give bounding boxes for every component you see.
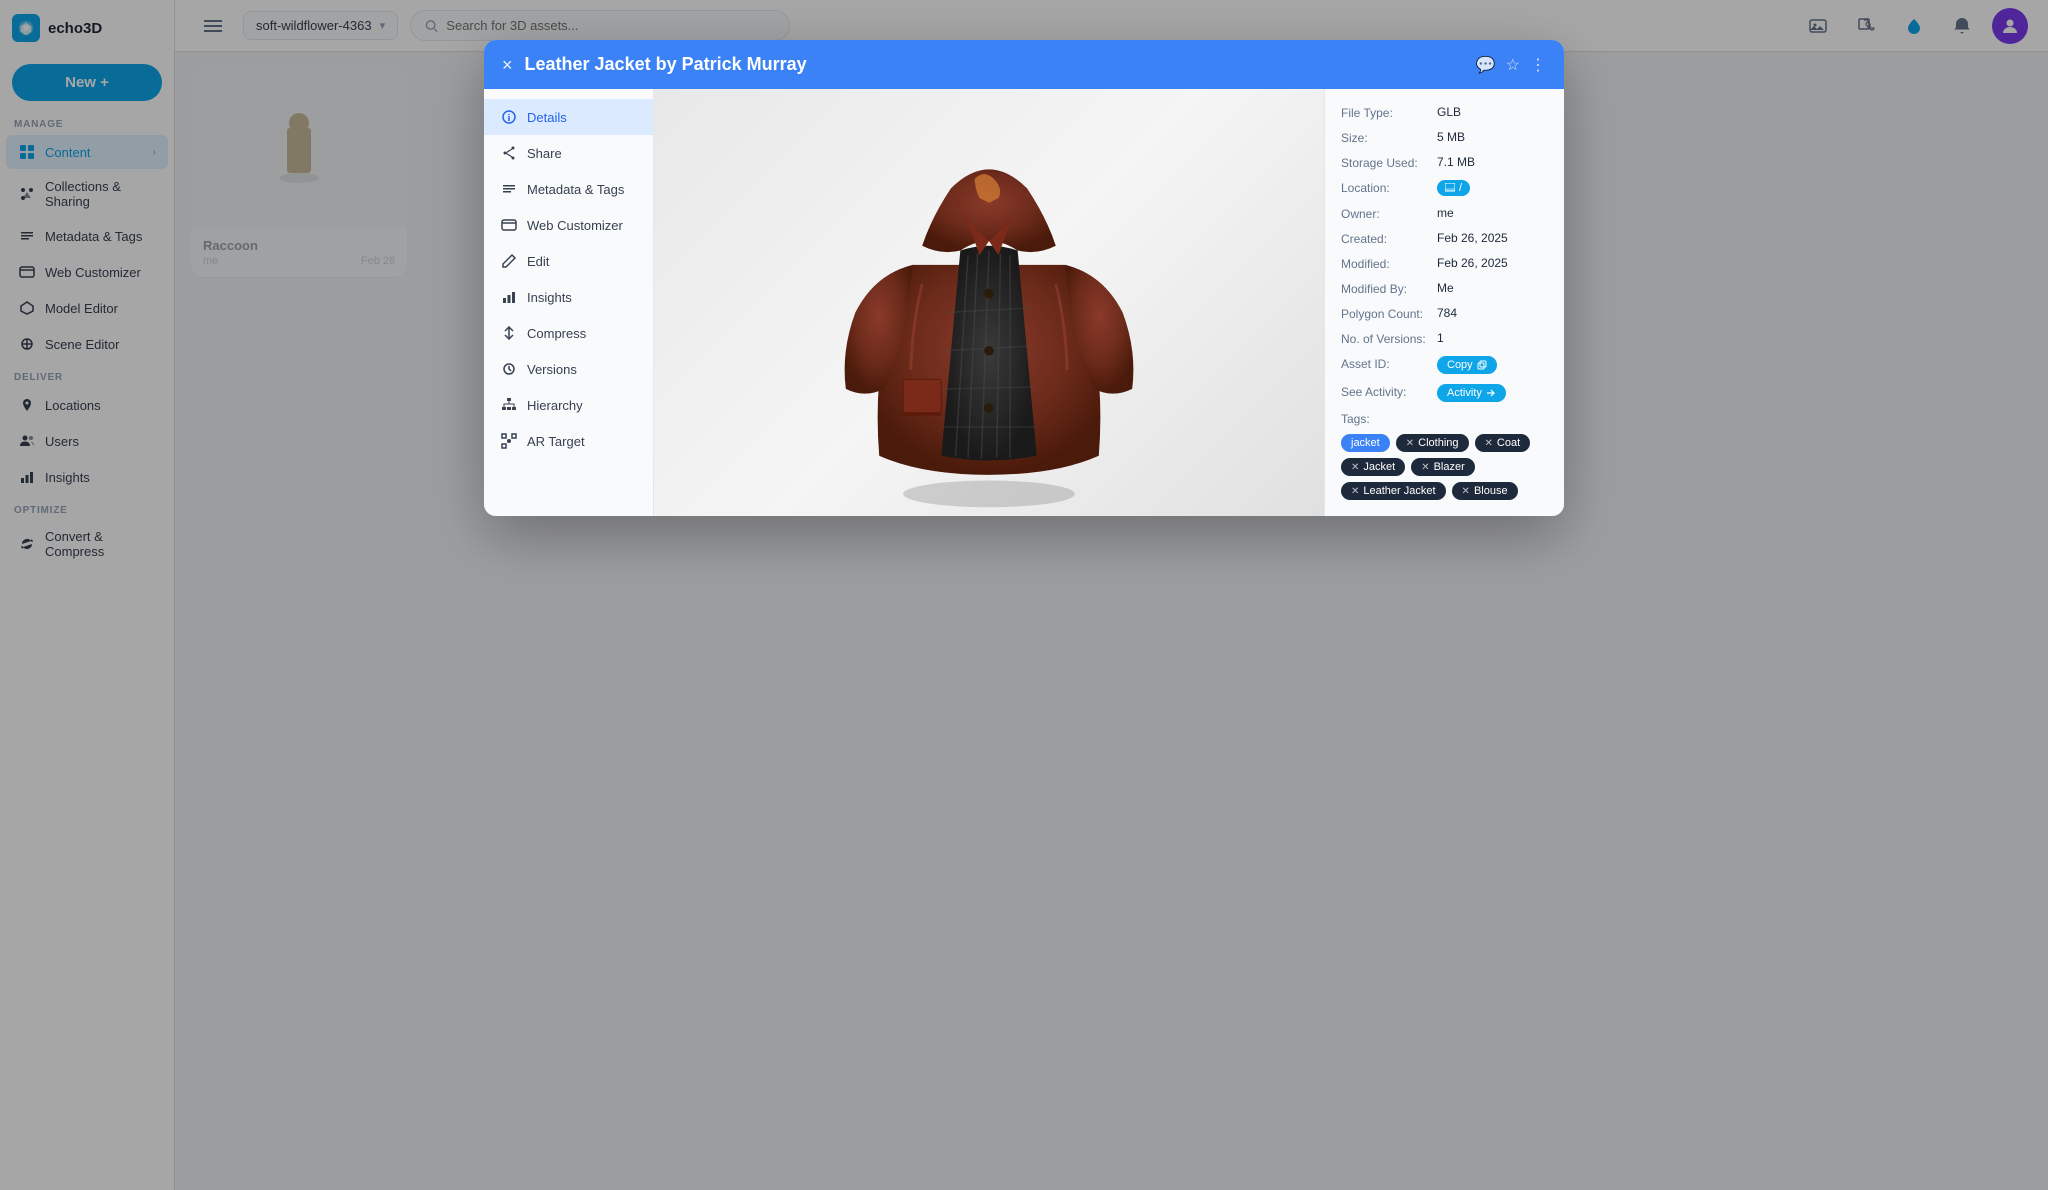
location-badge: / [1437, 180, 1470, 196]
metadata-nav-label: Metadata & Tags [527, 182, 624, 197]
created-value: Feb 26, 2025 [1437, 231, 1548, 245]
size-label: Size: [1341, 130, 1431, 145]
modified-by-label: Modified By: [1341, 281, 1431, 296]
size-row: Size: 5 MB [1341, 130, 1548, 145]
file-type-label: File Type: [1341, 105, 1431, 120]
edit-nav-icon [500, 252, 518, 270]
more-options-icon[interactable]: ⋮ [1530, 55, 1546, 75]
details-nav-label: Details [527, 110, 567, 125]
modal-overlay: × Leather Jacket by Patrick Murray 💬 ☆ ⋮… [0, 0, 2048, 1190]
modal-nav-metadata[interactable]: Metadata & Tags [484, 171, 653, 207]
storage-label: Storage Used: [1341, 155, 1431, 170]
modal-main: File Type: GLB Size: 5 MB Storage Used: … [654, 89, 1564, 516]
copy-button[interactable]: Copy [1437, 356, 1497, 374]
file-type-value: GLB [1437, 105, 1548, 119]
owner-label: Owner: [1341, 206, 1431, 221]
jacket-model [819, 93, 1159, 513]
size-value: 5 MB [1437, 130, 1548, 144]
details-panel: File Type: GLB Size: 5 MB Storage Used: … [1324, 89, 1564, 516]
tag-jacket[interactable]: jacket [1341, 434, 1390, 452]
edit-nav-label: Edit [527, 254, 549, 269]
tag-jacket2[interactable]: ✕ Jacket [1341, 458, 1405, 476]
share-nav-label: Share [527, 146, 562, 161]
metadata-nav-icon [500, 180, 518, 198]
modal-nav-share[interactable]: Share [484, 135, 653, 171]
modal-nav-artarget[interactable]: AR Target [484, 423, 653, 459]
asset-id-row: Asset ID: Copy [1341, 356, 1548, 374]
owner-row: Owner: me [1341, 206, 1548, 221]
activity-button[interactable]: Activity [1437, 384, 1506, 402]
storage-row: Storage Used: 7.1 MB [1341, 155, 1548, 170]
compress-nav-icon [500, 324, 518, 342]
modal-header: × Leather Jacket by Patrick Murray 💬 ☆ ⋮ [484, 40, 1564, 89]
webcustomizer-nav-icon [500, 216, 518, 234]
modal-nav-compress[interactable]: Compress [484, 315, 653, 351]
modal-header-actions: 💬 ☆ ⋮ [1476, 55, 1546, 75]
owner-value: me [1437, 206, 1548, 220]
activity-row: See Activity: Activity [1341, 384, 1548, 402]
asset-id-label: Asset ID: [1341, 356, 1431, 371]
modal-sidebar: Details Share Metadata & Tags [484, 89, 654, 516]
activity-label: See Activity: [1341, 384, 1431, 399]
tag-blazer[interactable]: ✕ Blazer [1411, 458, 1475, 476]
tags-container: jacket ✕ Clothing ✕ Coat ✕ Jacket ✕ Blaz… [1341, 434, 1548, 500]
star-icon[interactable]: ☆ [1506, 55, 1520, 75]
modified-label: Modified: [1341, 256, 1431, 271]
hierarchy-nav-icon [500, 396, 518, 414]
storage-value: 7.1 MB [1437, 155, 1548, 169]
model-viewer[interactable] [654, 89, 1324, 516]
comment-icon[interactable]: 💬 [1476, 55, 1496, 75]
share-nav-icon [500, 144, 518, 162]
artarget-nav-icon [500, 432, 518, 450]
modal-nav-edit[interactable]: Edit [484, 243, 653, 279]
modal: × Leather Jacket by Patrick Murray 💬 ☆ ⋮… [484, 40, 1564, 516]
modal-body: Details Share Metadata & Tags [484, 89, 1564, 516]
versions-row: No. of Versions: 1 [1341, 331, 1548, 346]
artarget-nav-label: AR Target [527, 434, 585, 449]
tag-leather-jacket[interactable]: ✕ Leather Jacket [1341, 482, 1446, 500]
versions-label: No. of Versions: [1341, 331, 1431, 346]
versions-value: 1 [1437, 331, 1548, 345]
modal-title: Leather Jacket by Patrick Murray [525, 54, 1464, 75]
versions-nav-label: Versions [527, 362, 577, 377]
modal-close-button[interactable]: × [502, 56, 513, 74]
tag-blouse[interactable]: ✕ Blouse [1452, 482, 1518, 500]
versions-nav-icon [500, 360, 518, 378]
location-row: Location: / [1341, 180, 1548, 196]
modified-by-row: Modified By: Me [1341, 281, 1548, 296]
details-nav-icon [500, 108, 518, 126]
file-type-row: File Type: GLB [1341, 105, 1548, 120]
location-label: Location: [1341, 180, 1431, 195]
modified-by-value: Me [1437, 281, 1548, 295]
modal-nav-details[interactable]: Details [484, 99, 653, 135]
insights-nav-label: Insights [527, 290, 572, 305]
polygon-value: 784 [1437, 306, 1548, 320]
polygon-row: Polygon Count: 784 [1341, 306, 1548, 321]
tag-coat[interactable]: ✕ Coat [1475, 434, 1531, 452]
modal-nav-hierarchy[interactable]: Hierarchy [484, 387, 653, 423]
modified-value: Feb 26, 2025 [1437, 256, 1548, 270]
created-row: Created: Feb 26, 2025 [1341, 231, 1548, 246]
created-label: Created: [1341, 231, 1431, 246]
tag-clothing[interactable]: ✕ Clothing [1396, 434, 1469, 452]
webcustomizer-nav-label: Web Customizer [527, 218, 623, 233]
modal-nav-insights[interactable]: Insights [484, 279, 653, 315]
modal-nav-versions[interactable]: Versions [484, 351, 653, 387]
modified-row: Modified: Feb 26, 2025 [1341, 256, 1548, 271]
compress-nav-label: Compress [527, 326, 586, 341]
tags-label: Tags: [1341, 412, 1548, 426]
tags-section: Tags: jacket ✕ Clothing ✕ Coat ✕ Jacket … [1341, 412, 1548, 500]
hierarchy-nav-label: Hierarchy [527, 398, 583, 413]
modal-nav-webcustomizer[interactable]: Web Customizer [484, 207, 653, 243]
insights-nav-icon [500, 288, 518, 306]
polygon-label: Polygon Count: [1341, 306, 1431, 321]
